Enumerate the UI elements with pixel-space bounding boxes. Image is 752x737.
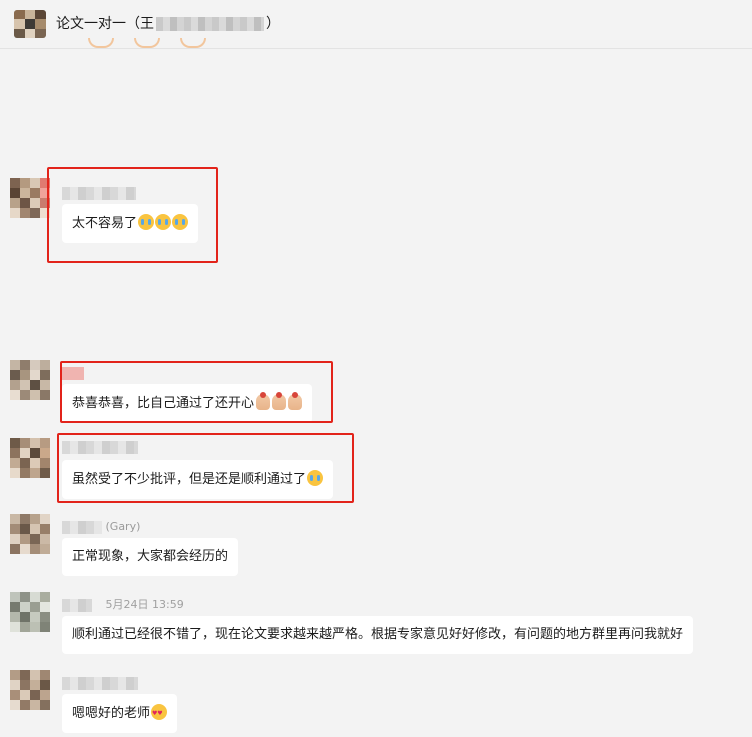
chat-header: 论文一对一（王 ） [0,0,752,49]
redacted-name [156,17,264,31]
highlight-box [47,167,218,263]
chat-title-prefix: 论文一对一（王 [56,16,154,32]
message-text: 嗯嗯好的老师 [72,706,151,721]
partial-emoji-row [80,38,220,48]
redacted-sender [62,598,92,612]
chat-title-suffix: ） [266,16,280,32]
redacted-sender [62,520,102,534]
highlight-box [57,433,354,503]
sender-alias: (Gary) [105,520,141,533]
message-bubble[interactable]: 顺利通过已经很不错了，现在论文要求越来越严格。根据专家意见好好修改，有问题的地方… [62,616,694,654]
sender-name [62,676,138,690]
sender-name: (Gary) [62,520,140,534]
avatar[interactable] [10,592,50,632]
message-bubble[interactable]: 嗯嗯好的老师 [62,694,178,733]
avatar[interactable] [10,514,50,554]
message-timestamp: 5月24日 13:59 [105,598,184,611]
avatar[interactable] [10,670,50,710]
group-avatar[interactable] [14,10,46,38]
sender-name: 5月24日 13:59 [62,598,184,612]
avatar[interactable] [10,438,50,478]
message-text: 顺利通过已经很不错了，现在论文要求越来越严格。根据专家意见好好修改，有问题的地方… [72,627,684,642]
avatar[interactable] [10,360,50,400]
chat-title: 论文一对一（王 ） [56,14,280,34]
highlight-box [60,361,333,423]
redacted-sender [62,676,138,690]
message-bubble[interactable]: 正常现象，大家都会经历的 [62,538,239,576]
message-text: 正常现象，大家都会经历的 [72,549,229,564]
heart-eyes-face-icon [151,704,168,723]
avatar[interactable] [10,178,50,218]
